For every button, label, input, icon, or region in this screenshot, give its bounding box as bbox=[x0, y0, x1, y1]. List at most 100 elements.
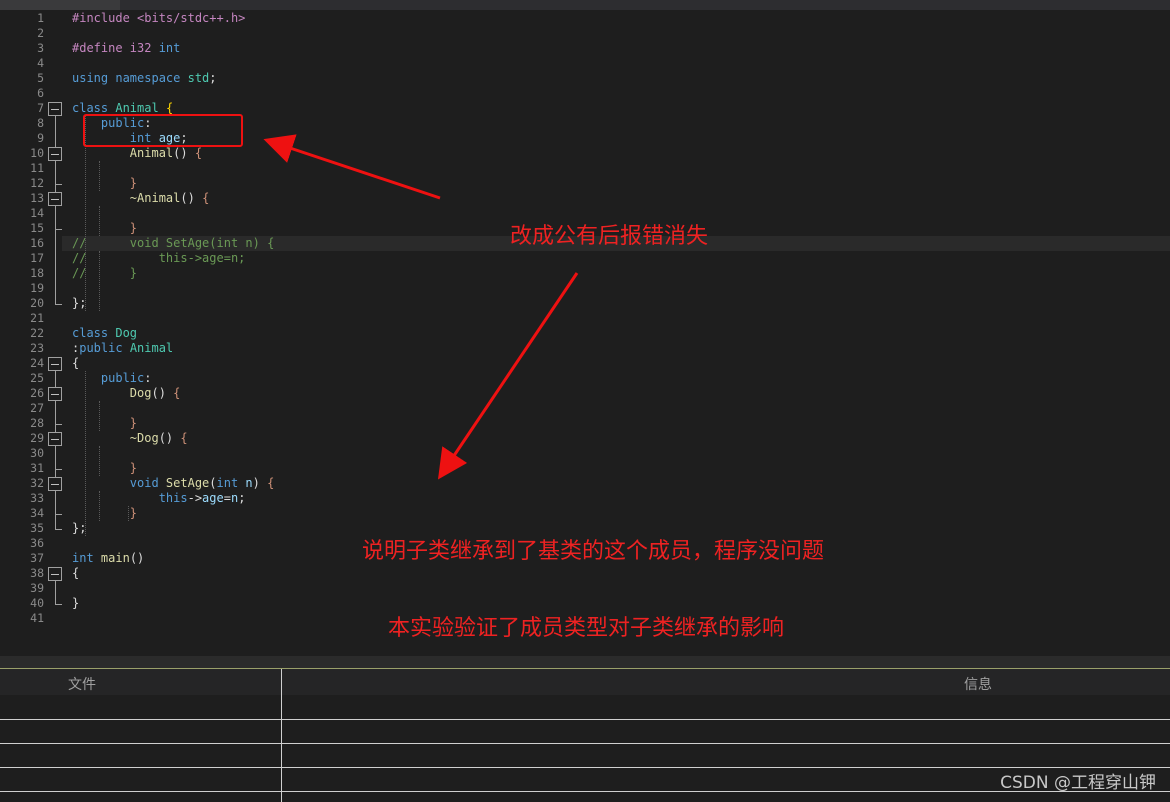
line-number: 5 bbox=[37, 71, 44, 85]
fold-toggle-icon[interactable] bbox=[48, 191, 62, 206]
fold-toggle-icon[interactable] bbox=[48, 101, 62, 116]
line-number: 37 bbox=[30, 551, 44, 565]
code-token: int bbox=[158, 41, 181, 55]
code-token: class bbox=[72, 101, 116, 115]
code-token: { bbox=[165, 101, 174, 115]
line-number: 25 bbox=[30, 371, 44, 385]
fold-region-line bbox=[55, 400, 56, 424]
code-line[interactable]: using namespace std; bbox=[72, 71, 217, 86]
code-line[interactable]: // void SetAge(int n) { bbox=[72, 236, 274, 251]
line-number: 3 bbox=[37, 41, 44, 55]
code-line[interactable]: ~Dog() { bbox=[72, 431, 188, 446]
code-line[interactable]: public: bbox=[72, 371, 152, 386]
column-info-header[interactable]: 信息 bbox=[964, 674, 992, 694]
code-token: () bbox=[158, 431, 181, 445]
fold-region-end bbox=[55, 514, 62, 515]
code-token: int bbox=[216, 476, 246, 490]
code-token: // void SetAge(int n) { bbox=[72, 236, 275, 250]
code-token: Animal bbox=[115, 101, 166, 115]
code-token: int bbox=[72, 551, 101, 565]
code-line[interactable]: } bbox=[72, 596, 79, 611]
line-number: 28 bbox=[30, 416, 44, 430]
fold-region-line bbox=[55, 580, 56, 604]
code-line[interactable]: int main() bbox=[72, 551, 144, 566]
code-line[interactable]: Dog() { bbox=[72, 386, 181, 401]
code-line[interactable]: class Dog bbox=[72, 326, 137, 341]
line-number: 26 bbox=[30, 386, 44, 400]
table-row[interactable] bbox=[0, 719, 1170, 720]
line-number: 2 bbox=[37, 26, 44, 40]
code-token: } bbox=[72, 461, 138, 475]
code-line[interactable]: #define i32 int bbox=[72, 41, 180, 56]
code-token: ; bbox=[238, 491, 246, 505]
code-token: { bbox=[72, 356, 80, 370]
code-line[interactable]: { bbox=[72, 566, 79, 581]
code-token: } bbox=[72, 596, 80, 610]
line-number: 7 bbox=[37, 101, 44, 115]
line-number: 18 bbox=[30, 266, 44, 280]
annotation-note3: 本实验验证了成员类型对子类继承的影响 bbox=[388, 616, 785, 641]
line-number: 21 bbox=[30, 311, 44, 325]
code-token: class bbox=[72, 326, 116, 340]
table-row[interactable] bbox=[0, 767, 1170, 768]
indent-guide bbox=[99, 401, 100, 431]
code-token: ~Animal bbox=[72, 191, 181, 205]
code-token: -> bbox=[187, 491, 203, 505]
code-token: using bbox=[72, 71, 116, 85]
code-line[interactable]: ~Animal() { bbox=[72, 191, 210, 206]
code-token: #define bbox=[72, 41, 130, 55]
code-token: // } bbox=[72, 266, 138, 280]
line-number: 32 bbox=[30, 476, 44, 490]
fold-region-end bbox=[55, 229, 62, 230]
column-divider[interactable] bbox=[281, 669, 282, 802]
line-number: 20 bbox=[30, 296, 44, 310]
watermark: CSDN @工程穿山钾 bbox=[1000, 773, 1156, 793]
code-token: = bbox=[223, 491, 231, 505]
code-token: #include <bits/stdc++.h> bbox=[72, 11, 246, 25]
code-line[interactable]: // } bbox=[72, 266, 137, 281]
line-number: 41 bbox=[30, 611, 44, 625]
code-token: () bbox=[151, 386, 174, 400]
code-token: { bbox=[180, 431, 188, 445]
code-line[interactable]: void SetAge(int n) { bbox=[72, 476, 275, 491]
code-token: () bbox=[129, 551, 145, 565]
code-line[interactable]: Animal() { bbox=[72, 146, 202, 161]
line-number: 8 bbox=[37, 116, 44, 130]
fold-toggle-icon[interactable] bbox=[48, 476, 62, 491]
code-token: public bbox=[72, 371, 145, 385]
fold-toggle-icon[interactable] bbox=[48, 566, 62, 581]
line-number: 29 bbox=[30, 431, 44, 445]
line-number: 36 bbox=[30, 536, 44, 550]
fold-region-end bbox=[55, 529, 62, 530]
fold-toggle-icon[interactable] bbox=[48, 356, 62, 371]
editor-bottom-border bbox=[0, 656, 1170, 668]
editor-tab[interactable] bbox=[0, 0, 120, 10]
code-line[interactable]: { bbox=[72, 356, 79, 371]
fold-toggle-icon[interactable] bbox=[48, 386, 62, 401]
fold-toggle-icon[interactable] bbox=[48, 431, 62, 446]
line-number: 14 bbox=[30, 206, 44, 220]
code-token: Dog bbox=[115, 326, 138, 340]
code-token: Dog bbox=[72, 386, 152, 400]
column-file-header[interactable]: 文件 bbox=[68, 674, 96, 694]
code-token: SetAge bbox=[165, 476, 210, 490]
code-line[interactable]: } bbox=[72, 461, 137, 476]
code-token: n bbox=[245, 476, 253, 490]
code-token: } bbox=[72, 416, 138, 430]
line-number: 22 bbox=[30, 326, 44, 340]
code-line[interactable]: } bbox=[72, 416, 137, 431]
table-row[interactable] bbox=[0, 791, 1170, 792]
code-line[interactable]: } bbox=[72, 221, 137, 236]
code-line[interactable]: // this->age=n; bbox=[72, 251, 245, 266]
code-line[interactable]: } bbox=[72, 176, 137, 191]
fold-region-line bbox=[55, 160, 56, 184]
code-line[interactable]: :public Animal bbox=[72, 341, 173, 356]
code-line[interactable]: #include <bits/stdc++.h> bbox=[72, 11, 245, 26]
code-token: i32 bbox=[129, 41, 159, 55]
table-row[interactable] bbox=[0, 743, 1170, 744]
line-number: 16 bbox=[30, 236, 44, 250]
code-token: : bbox=[144, 371, 152, 385]
indent-guide bbox=[99, 251, 100, 311]
fold-toggle-icon[interactable] bbox=[48, 146, 62, 161]
indent-guide bbox=[99, 446, 100, 476]
